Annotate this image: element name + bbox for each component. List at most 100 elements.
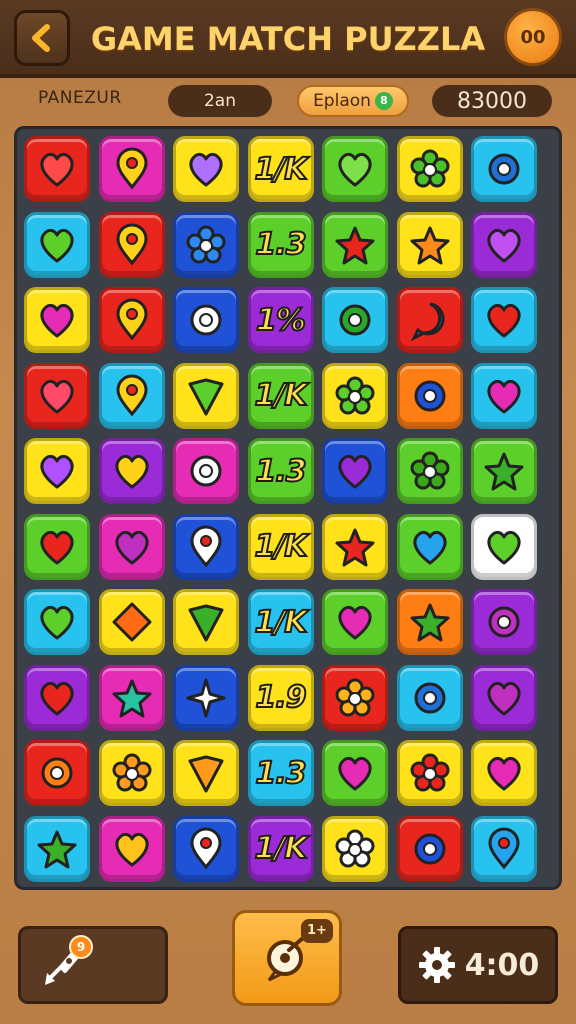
option-pill[interactable]: Eplaon 8 — [297, 85, 409, 117]
tile[interactable]: 1/K — [247, 513, 314, 580]
tile[interactable] — [24, 513, 90, 580]
tile[interactable] — [98, 362, 165, 429]
tile[interactable]: 1/K — [247, 136, 314, 202]
tile[interactable] — [24, 664, 90, 731]
back-button[interactable] — [14, 10, 70, 66]
tile[interactable]: 1/K — [247, 362, 314, 429]
tile[interactable] — [471, 815, 537, 882]
tile[interactable] — [396, 211, 463, 278]
hint-button[interactable]: 1+ — [232, 910, 342, 1006]
tile[interactable] — [396, 740, 463, 806]
gear-icon[interactable] — [417, 945, 457, 985]
tile[interactable] — [322, 740, 388, 806]
heart-icon — [40, 530, 74, 564]
tile[interactable]: 1.3 — [247, 740, 314, 806]
tile[interactable] — [322, 664, 388, 731]
tile[interactable]: 1.3 — [247, 211, 314, 278]
tile[interactable] — [396, 815, 463, 882]
booster-button[interactable]: 9 — [18, 926, 168, 1004]
tile[interactable] — [471, 287, 537, 353]
flower-icon — [335, 376, 375, 414]
tile[interactable] — [471, 362, 537, 429]
tile[interactable] — [98, 664, 165, 731]
shield-icon — [188, 378, 224, 415]
star-icon — [484, 452, 524, 491]
heart-icon — [40, 379, 74, 413]
tile[interactable] — [322, 287, 388, 353]
tile[interactable] — [396, 664, 463, 731]
pin-icon — [115, 147, 148, 190]
tile[interactable] — [173, 589, 239, 655]
moves-pill: 2an — [168, 85, 272, 117]
tile[interactable] — [173, 287, 239, 353]
tile[interactable] — [396, 438, 463, 504]
tile[interactable] — [24, 815, 90, 882]
tile[interactable] — [322, 513, 388, 580]
tile[interactable] — [173, 815, 239, 882]
tile[interactable] — [24, 211, 90, 278]
tile[interactable] — [322, 136, 388, 202]
tile[interactable] — [396, 362, 463, 429]
heart-icon — [40, 681, 74, 715]
tile[interactable] — [98, 589, 165, 655]
tile[interactable] — [24, 287, 90, 353]
tile[interactable] — [471, 664, 537, 731]
tile[interactable]: 1% — [247, 287, 314, 353]
tile[interactable] — [98, 815, 165, 882]
tile[interactable] — [173, 513, 239, 580]
tile-label: 1% — [255, 302, 307, 339]
tile[interactable] — [471, 513, 537, 580]
tile[interactable] — [173, 362, 239, 429]
heart-icon — [40, 454, 74, 489]
tile[interactable] — [24, 438, 90, 504]
tile[interactable]: 1.3 — [247, 438, 314, 504]
tile-label: 1/K — [253, 528, 308, 565]
heart-icon — [114, 832, 149, 866]
pause-label: 00 — [520, 26, 546, 48]
tile[interactable] — [322, 211, 388, 278]
tile[interactable] — [98, 513, 165, 580]
tile[interactable] — [471, 740, 537, 806]
tile[interactable] — [24, 589, 90, 655]
tile[interactable] — [173, 740, 239, 806]
pin-icon — [488, 827, 520, 869]
tile[interactable] — [98, 211, 165, 278]
tile[interactable] — [173, 438, 239, 504]
tile[interactable]: 1/K — [247, 815, 314, 882]
tile[interactable] — [98, 740, 165, 806]
star-icon — [410, 603, 449, 642]
tile[interactable] — [396, 589, 463, 655]
tile[interactable] — [396, 136, 463, 202]
flower-icon — [186, 225, 226, 263]
tile-label: 1/K — [253, 830, 308, 867]
tile[interactable] — [322, 438, 388, 504]
ring-icon — [414, 833, 445, 864]
tile[interactable] — [322, 815, 388, 882]
stats-row: PANEZUR 2an Eplaon 8 83000 — [0, 82, 576, 122]
pause-button[interactable]: 00 — [504, 8, 562, 66]
tile[interactable] — [98, 438, 165, 504]
tile[interactable] — [322, 589, 388, 655]
tile[interactable] — [24, 362, 90, 429]
tile[interactable] — [322, 362, 388, 429]
tile[interactable] — [471, 589, 537, 655]
tile[interactable] — [471, 438, 537, 504]
tile[interactable] — [98, 287, 165, 353]
star-icon — [37, 830, 77, 868]
tile[interactable] — [173, 136, 239, 202]
tile[interactable] — [396, 287, 463, 353]
tile[interactable] — [24, 740, 90, 806]
tile[interactable] — [471, 136, 537, 202]
tile[interactable] — [173, 211, 239, 278]
tile[interactable]: 1.9 — [247, 664, 314, 731]
heart-icon — [40, 228, 74, 262]
tile[interactable] — [24, 136, 90, 202]
score-pill: 83000 — [432, 85, 552, 117]
tile[interactable]: 1/K — [247, 589, 314, 655]
tile[interactable] — [471, 211, 537, 278]
tile[interactable] — [396, 513, 463, 580]
ring-icon — [488, 153, 520, 185]
heart-icon — [487, 303, 521, 338]
tile[interactable] — [173, 664, 239, 731]
tile[interactable] — [98, 136, 165, 202]
